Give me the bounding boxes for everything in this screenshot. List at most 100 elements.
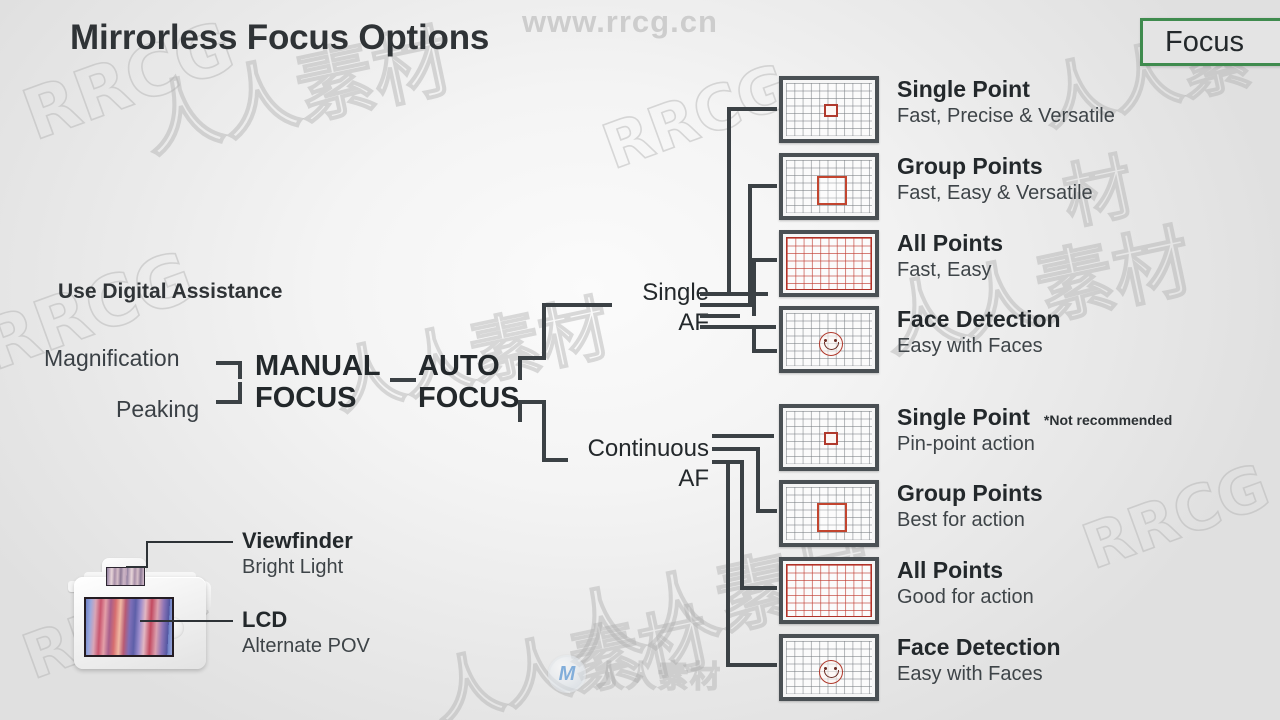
fanout-s-hub3 xyxy=(700,314,740,318)
mode-title: Group Points xyxy=(897,153,1043,179)
not-recommended-note: *Not recommended xyxy=(1043,412,1173,428)
leader-viewfinder-stub xyxy=(126,566,148,568)
mode-subtitle: Easy with Faces xyxy=(897,663,1043,686)
single-af-line1: Single xyxy=(642,279,709,306)
lcd-label: LCD xyxy=(242,607,288,632)
single-af-line2: AF xyxy=(678,309,709,336)
mode-subtitle: Best for action xyxy=(897,509,1025,532)
list-item[interactable]: Group Points Fast, Easy & Versatile xyxy=(779,153,1093,220)
mode-subtitle: Pin-point action xyxy=(897,433,1035,456)
mode-subtitle: Fast, Precise & Versatile xyxy=(897,105,1115,128)
camera-viewfinder-screen xyxy=(106,567,145,586)
continuous-af-line1: Continuous xyxy=(587,435,709,462)
mode-subtitle: Easy with Faces xyxy=(897,335,1043,358)
logo-text: 人人素材 xyxy=(593,659,722,695)
viewfinder-callout: Viewfinder Bright Light xyxy=(242,528,353,579)
focus-point-box xyxy=(823,104,838,118)
auto-focus-label: AUTO FOCUS xyxy=(418,350,520,415)
list-item[interactable]: All Points Good for action xyxy=(779,557,1034,624)
connector-peaking-stem xyxy=(238,382,242,402)
fanout-c-a1 xyxy=(756,509,777,513)
lcd-callout: LCD Alternate POV xyxy=(242,607,370,658)
fanout-c-v3 xyxy=(726,460,730,667)
fanout-c-v1 xyxy=(756,447,760,513)
fanout-s-v1 xyxy=(727,107,731,294)
slide-canvas: www.rrcg.cn RRCG RRCG RRCG RRCG RRCG 人人素… xyxy=(0,0,1280,720)
fanout-s-hub2 xyxy=(700,303,752,307)
fanout-c-hub1 xyxy=(712,434,774,438)
list-item[interactable]: Single Point Fast, Precise & Versatile xyxy=(779,76,1115,143)
auto-focus-line2: FOCUS xyxy=(418,382,520,415)
single-point-thumbnail xyxy=(779,404,879,471)
fanout-s-hub1 xyxy=(700,292,768,296)
focus-group-box xyxy=(816,502,847,532)
fanout-c-a2 xyxy=(740,586,777,590)
fanout-s-hub4 xyxy=(700,325,776,329)
focus-badge-label: Focus xyxy=(1165,25,1244,58)
watermark-logo: M 人人素材 xyxy=(548,652,722,696)
mode-title: Single Point xyxy=(897,76,1030,102)
leader-lcd xyxy=(140,620,233,622)
camera-lcd-screen xyxy=(84,597,174,657)
smiley-face-icon xyxy=(818,659,843,684)
continuous-af-line2: AF xyxy=(678,465,709,492)
leader-viewfinder-vertical xyxy=(146,541,148,567)
mode-title: Face Detection xyxy=(897,634,1061,660)
page-title: Mirrorless Focus Options xyxy=(70,18,490,57)
mode-title: Face Detection xyxy=(897,306,1061,332)
focus-badge: Focus xyxy=(1140,18,1280,66)
watermark-url: www.rrcg.cn xyxy=(522,4,718,39)
lcd-sublabel: Alternate POV xyxy=(242,635,370,657)
group-points-thumbnail xyxy=(779,480,879,547)
fanout-c-hub2 xyxy=(712,447,760,451)
fanout-s-a1 xyxy=(727,107,777,111)
trunk-continuous-af xyxy=(542,400,546,462)
all-points-thumbnail xyxy=(779,230,879,297)
focus-point-box xyxy=(823,432,838,446)
mode-title: Group Points xyxy=(897,480,1043,506)
smiley-face-icon xyxy=(818,331,843,356)
manual-focus-line2: FOCUS xyxy=(255,382,357,415)
magnification-label: Magnification xyxy=(44,345,180,371)
trunk-single-af-arm xyxy=(542,303,612,307)
mode-subtitle: Fast, Easy xyxy=(897,259,992,282)
trunk-continuous-af-arm xyxy=(542,458,568,462)
manual-focus-line1: MANUAL xyxy=(255,350,381,382)
logo-mark-icon: M xyxy=(548,655,586,693)
list-item[interactable]: Group Points Best for action xyxy=(779,480,1043,547)
peaking-label: Peaking xyxy=(116,396,200,422)
focus-group-box xyxy=(816,175,847,205)
face-detection-thumbnail xyxy=(779,634,879,701)
fanout-s-a2 xyxy=(748,184,777,188)
connector-manual-auto xyxy=(390,378,416,382)
face-detection-thumbnail xyxy=(779,306,879,373)
single-point-thumbnail xyxy=(779,76,879,143)
viewfinder-sublabel: Bright Light xyxy=(242,556,344,578)
list-item[interactable]: All Points Fast, Easy xyxy=(779,230,1003,297)
watermark-cn: 人人素材 xyxy=(425,596,718,720)
single-af-label: Single AF xyxy=(613,278,709,338)
list-item[interactable]: Face Detection Easy with Faces xyxy=(779,306,1061,373)
list-item[interactable]: Single Point *Not recommended Pin-point … xyxy=(779,404,1172,471)
leader-viewfinder-horizontal xyxy=(146,541,233,543)
continuous-af-label: Continuous AF xyxy=(566,434,709,494)
group-points-thumbnail xyxy=(779,153,879,220)
mode-subtitle: Good for action xyxy=(897,586,1034,609)
trunk-single-af xyxy=(542,303,546,359)
all-points-thumbnail xyxy=(779,557,879,624)
mode-title: All Points xyxy=(897,557,1004,583)
auto-focus-line1: AUTO xyxy=(418,350,500,382)
mode-subtitle: Fast, Easy & Versatile xyxy=(897,182,1093,205)
watermark-rrcg: RRCG xyxy=(593,49,800,185)
fanout-s-a4 xyxy=(752,349,777,353)
fanout-c-v2 xyxy=(740,460,744,590)
fanout-c-a3 xyxy=(726,663,777,667)
fanout-s-v3 xyxy=(752,258,756,316)
list-item[interactable]: Face Detection Easy with Faces xyxy=(779,634,1061,701)
viewfinder-label: Viewfinder xyxy=(242,528,353,553)
connector-magnification-stem xyxy=(238,361,242,379)
fanout-s-a3 xyxy=(752,258,777,262)
connector-auto-top-stem xyxy=(518,358,522,380)
mode-title: All Points xyxy=(897,230,1004,256)
mode-title: Single Point xyxy=(897,404,1030,430)
